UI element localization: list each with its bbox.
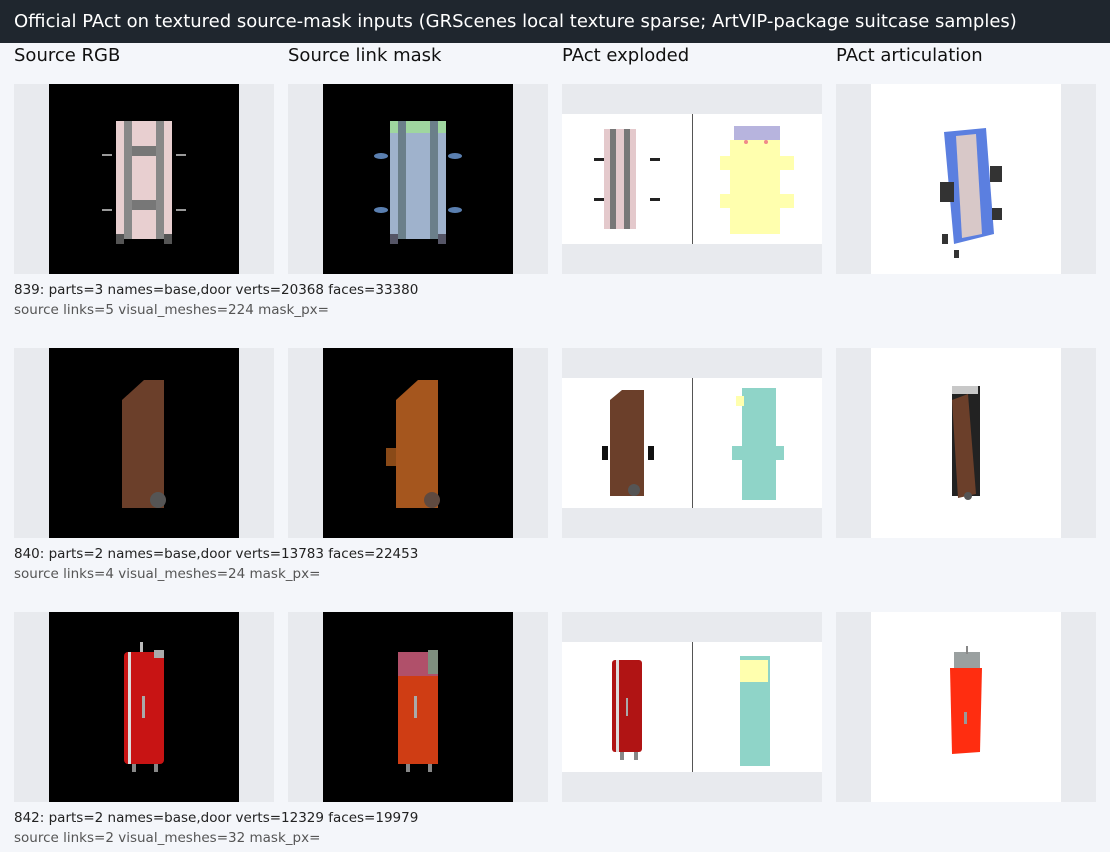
window-title: Official PAct on textured source-mask in… bbox=[0, 0, 1110, 43]
sample-source-line: source links=4 visual_meshes=24 mask_px= bbox=[14, 566, 321, 582]
sample-source-line: source links=2 visual_meshes=32 mask_px= bbox=[14, 830, 321, 846]
pact-exploded-image bbox=[562, 612, 822, 802]
source-rgb-image bbox=[14, 84, 274, 274]
column-header-source-link-mask: Source link mask bbox=[288, 45, 442, 66]
sample-row-842: 842: parts=2 names=base,door verts=12329… bbox=[0, 612, 1110, 852]
source-link-mask-image bbox=[288, 348, 548, 538]
column-header-pact-exploded: PAct exploded bbox=[562, 45, 690, 66]
column-header-source-rgb: Source RGB bbox=[14, 45, 121, 66]
sample-source-line: source links=5 visual_meshes=224 mask_px… bbox=[14, 302, 329, 318]
pact-exploded-image bbox=[562, 84, 822, 274]
pact-articulation-image bbox=[836, 612, 1096, 802]
source-rgb-image bbox=[14, 612, 274, 802]
sample-row-839: 839: parts=3 names=base,door verts=20368… bbox=[0, 84, 1110, 324]
source-link-mask-image bbox=[288, 84, 548, 274]
sample-stats-line: 839: parts=3 names=base,door verts=20368… bbox=[14, 282, 419, 298]
sample-row-840: 840: parts=2 names=base,door verts=13783… bbox=[0, 348, 1110, 588]
column-header-pact-articulation: PAct articulation bbox=[836, 45, 983, 66]
pact-exploded-image bbox=[562, 348, 822, 538]
pact-articulation-image bbox=[836, 84, 1096, 274]
sample-stats-line: 842: parts=2 names=base,door verts=12329… bbox=[14, 810, 419, 826]
source-link-mask-image bbox=[288, 612, 548, 802]
source-rgb-image bbox=[14, 348, 274, 538]
sample-stats-line: 840: parts=2 names=base,door verts=13783… bbox=[14, 546, 419, 562]
pact-articulation-image bbox=[836, 348, 1096, 538]
